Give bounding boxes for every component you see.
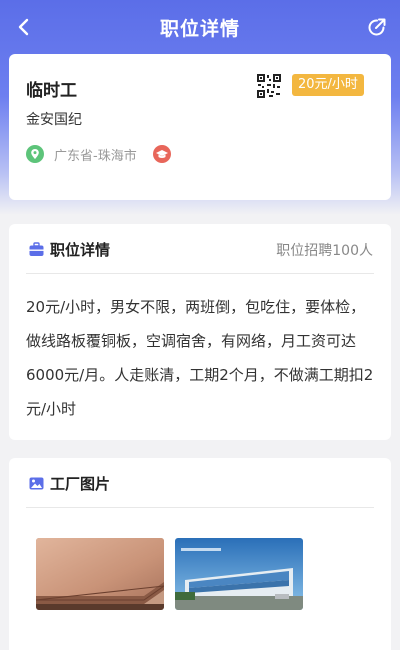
location-pin-icon [26,145,44,163]
job-title: 临时工 [26,81,77,101]
detail-section-title: 职位详情 [50,240,111,259]
qr-code-icon[interactable] [257,74,281,98]
job-summary-card: 临时工 金安国纪 20元/小时 广东省-珠海市 [9,54,391,200]
briefcase-icon [29,241,44,256]
job-description: 20元/小时，男女不限，两班倒，包吃住，要体检，做线路板覆铜板，空调宿舍，有网络… [26,298,374,418]
image-icon [29,477,44,489]
chevron-left-icon [18,18,29,36]
photos-section-header: 工厂图片 [29,472,110,494]
divider [26,273,374,274]
factory-photo-copper-board[interactable] [36,538,164,610]
divider [26,507,374,508]
factory-photos-card: 工厂图片 [9,458,391,650]
graduation-cap-icon [152,145,171,163]
share-button[interactable] [364,14,390,40]
factory-photo-building[interactable] [175,538,303,610]
share-icon [368,18,386,36]
location-text: 广东省-珠海市 [54,148,137,164]
salary-badge: 20元/小时 [292,74,364,96]
detail-section-header: 职位详情 [29,238,110,260]
copper-clad-board-photo [36,538,164,610]
recruit-count: 职位招聘100人 [276,243,373,259]
company-name: 金安国纪 [26,112,82,128]
nav-bar: 职位详情 [0,0,400,54]
page-title: 职位详情 [159,17,240,40]
back-button[interactable] [12,15,36,39]
photos-section-title: 工厂图片 [50,474,111,493]
factory-building-photo [175,538,303,610]
job-detail-card: 职位详情 职位招聘100人 20元/小时，男女不限，两班倒，包吃住，要体检，做线… [9,224,391,440]
location-row: 广东省-珠海市 [26,143,171,165]
